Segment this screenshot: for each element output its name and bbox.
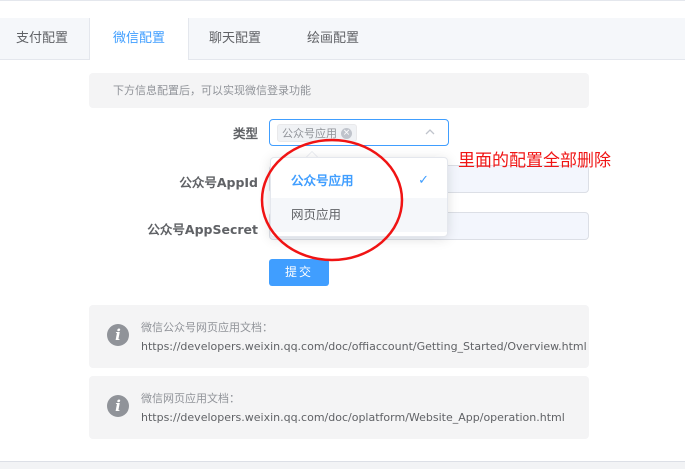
info-circle-icon: i (107, 395, 129, 417)
type-select[interactable]: 公众号应用 × (269, 119, 449, 146)
tab-wechat-config[interactable]: 微信配置 (89, 18, 189, 60)
selected-type-tag: 公众号应用 × (277, 124, 357, 142)
close-circle-icon[interactable]: × (341, 127, 352, 139)
dropdown-option-official-account[interactable]: 公众号应用 ✓ (271, 164, 447, 198)
config-tabs: 支付配置 微信配置 聊天配置 绘画配置 (0, 18, 685, 60)
info-alert-text: 下方信息配置后，可以实现微信登录功能 (113, 84, 311, 97)
dropdown-option-label: 公众号应用 (291, 173, 354, 188)
info-circle-icon: i (107, 324, 129, 346)
info-alert: 下方信息配置后，可以实现微信登录功能 (89, 73, 589, 108)
chevron-up-icon (425, 129, 435, 135)
appid-label: 公众号AppId (179, 175, 258, 190)
dropdown-option-web-app[interactable]: 网页应用 (271, 198, 447, 232)
tab-drawing-config[interactable]: 绘画配置 (287, 18, 379, 60)
doc-title: 微信网页应用文档： (141, 392, 240, 405)
doc-info-box-website: i 微信网页应用文档： https://developers.weixin.qq… (89, 376, 589, 439)
tab-payment-config[interactable]: 支付配置 (0, 18, 84, 60)
check-icon: ✓ (418, 173, 429, 188)
page-background-strip (0, 462, 685, 469)
doc-url-link[interactable]: https://developers.weixin.qq.com/doc/off… (141, 340, 587, 353)
doc-title: 微信公众号网页应用文档： (141, 321, 273, 334)
type-label: 类型 (232, 126, 258, 141)
selected-type-tag-label: 公众号应用 (282, 127, 337, 140)
appsecret-label: 公众号AppSecret (147, 222, 258, 237)
dropdown-option-label: 网页应用 (291, 207, 342, 222)
annotation-text: 里面的配置全部删除 (458, 151, 611, 171)
type-dropdown-menu: 公众号应用 ✓ 网页应用 (270, 157, 448, 237)
submit-button[interactable]: 提交 (269, 259, 329, 286)
doc-url-link[interactable]: https://developers.weixin.qq.com/doc/opl… (141, 411, 565, 424)
doc-info-box-official: i 微信公众号网页应用文档： https://developers.weixin… (89, 305, 589, 368)
tab-chat-config[interactable]: 聊天配置 (189, 18, 281, 60)
